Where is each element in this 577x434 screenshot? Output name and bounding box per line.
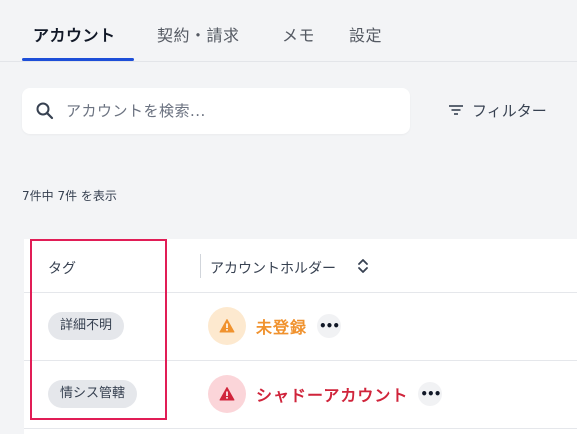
sort-updown-icon[interactable] xyxy=(356,256,370,276)
search-icon xyxy=(36,102,54,120)
result-count: 7件中 7件 を表示 xyxy=(22,189,117,203)
tab-settings[interactable]: 設定 xyxy=(349,22,382,46)
table-header: タグ アカウントホルダー xyxy=(24,239,577,293)
tab-memo[interactable]: メモ xyxy=(282,22,315,46)
tab-accounts[interactable]: アカウント xyxy=(33,22,116,46)
filter-button[interactable]: フィルター xyxy=(448,98,547,122)
account-holder-cell: シャドーアカウント ••• xyxy=(208,375,443,413)
filter-icon xyxy=(449,105,463,115)
tag-badge: 詳細不明 xyxy=(48,312,125,340)
account-holder-name[interactable]: 未登録 xyxy=(256,314,307,338)
account-holder-name[interactable]: シャドーアカウント xyxy=(256,382,408,406)
danger-status-badge xyxy=(208,375,246,413)
account-holder-cell: 未登録 ••• xyxy=(208,307,342,345)
tab-contract-billing[interactable]: 契約・請求 xyxy=(157,22,240,46)
column-header-tag: タグ xyxy=(48,261,76,277)
more-options-button[interactable]: ••• xyxy=(317,314,342,338)
column-header-account-holder[interactable]: アカウントホルダー xyxy=(210,258,336,278)
column-divider xyxy=(200,254,201,278)
search-box[interactable] xyxy=(22,88,410,134)
filter-label: フィルター xyxy=(472,101,547,120)
danger-triangle-icon xyxy=(219,387,235,401)
table-row[interactable]: 詳細不明 未登録 ••• xyxy=(24,293,577,361)
warning-status-badge xyxy=(208,307,246,345)
accounts-table: タグ アカウントホルダー 詳細不明 未登録 ••• 情シス管轄 シャドーアカウン… xyxy=(24,239,577,434)
search-input[interactable] xyxy=(66,88,396,134)
tab-bar: アカウント 契約・請求 メモ 設定 xyxy=(0,0,577,62)
more-options-button[interactable]: ••• xyxy=(418,382,443,406)
active-tab-indicator xyxy=(22,58,134,61)
warning-triangle-icon xyxy=(219,319,235,333)
tag-badge: 情シス管轄 xyxy=(48,380,138,408)
table-row[interactable]: 情シス管轄 シャドーアカウント ••• xyxy=(24,361,577,429)
